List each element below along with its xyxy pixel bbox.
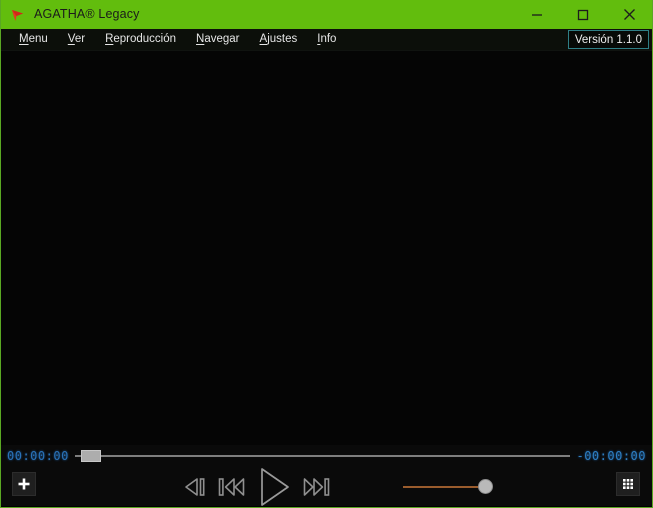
- buttons-row: [1, 467, 652, 506]
- grid-3x3-icon: [621, 477, 635, 491]
- menu-rest-info: nfo: [320, 32, 337, 45]
- app-window: AGATHA® Legacy Menu Ver Reproducción Nav…: [0, 0, 653, 508]
- menu-rest-ajustes: justes: [267, 32, 298, 45]
- play-button[interactable]: [255, 466, 293, 508]
- maximize-icon: [577, 9, 589, 21]
- menu-rest-navegar: avegar: [204, 32, 240, 45]
- maximize-button[interactable]: [560, 0, 606, 29]
- plus-icon: [17, 477, 31, 491]
- menu-item-navegar[interactable]: Navegar: [186, 32, 249, 46]
- close-button[interactable]: [606, 0, 652, 29]
- menu-accel-menu: M: [19, 32, 29, 45]
- menu-item-menu[interactable]: Menu: [9, 32, 58, 46]
- video-surface[interactable]: [1, 51, 652, 445]
- play-triangle-icon: [9, 6, 27, 24]
- menu-item-ver[interactable]: Ver: [58, 32, 95, 46]
- close-icon: [623, 8, 636, 21]
- seek-track-line: [74, 455, 571, 457]
- menu-accel-ver: V: [67, 32, 75, 45]
- menu-rest-ver: er: [74, 32, 86, 45]
- volume-knob[interactable]: [478, 478, 493, 494]
- transport-controls: [183, 467, 331, 506]
- skip-previous-icon: [217, 474, 247, 500]
- seek-slider[interactable]: [74, 449, 571, 463]
- window-controls: [514, 0, 652, 29]
- version-badge: Versión 1.1.0: [567, 30, 649, 49]
- grid-button[interactable]: [616, 472, 640, 496]
- minimize-icon: [531, 9, 543, 21]
- play-icon: [255, 466, 293, 508]
- menu-item-info[interactable]: Info: [307, 32, 346, 46]
- next-button[interactable]: [301, 474, 331, 500]
- menu-item-ajustes[interactable]: Ajustes: [250, 32, 308, 46]
- minimize-button[interactable]: [514, 0, 560, 29]
- frame-step-back-icon: [183, 474, 209, 500]
- volume-slider[interactable]: [403, 467, 493, 506]
- menu-item-reproduccion[interactable]: Reproducción: [95, 32, 186, 46]
- menu-rest-reproduccion: eproducción: [113, 32, 177, 45]
- previous-button[interactable]: [217, 474, 247, 500]
- elapsed-time: 00:00:00: [7, 449, 69, 463]
- seek-row: 00:00:00 -00:00:00: [1, 445, 652, 467]
- volume-track: [403, 485, 487, 488]
- window-title: AGATHA® Legacy: [34, 7, 140, 22]
- remaining-time: -00:00:00: [576, 449, 646, 463]
- step-back-button[interactable]: [183, 474, 209, 500]
- control-bar: 00:00:00 -00:00:00: [1, 445, 652, 506]
- menu-rest-menu: enu: [28, 32, 48, 45]
- menu-bar: Menu Ver Reproducción Navegar Ajustes In…: [1, 29, 652, 51]
- skip-next-icon: [301, 474, 331, 500]
- add-button[interactable]: [12, 472, 36, 496]
- seek-handle[interactable]: [80, 450, 101, 462]
- title-bar: AGATHA® Legacy: [1, 0, 652, 29]
